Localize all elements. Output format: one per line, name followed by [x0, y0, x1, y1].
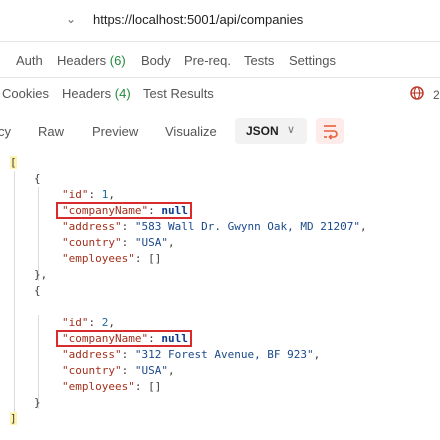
- chevron-down-icon: ∨: [287, 124, 296, 136]
- json-line: }: [34, 395, 41, 411]
- json-bracket: [: [10, 156, 17, 169]
- json-line: ]: [10, 411, 17, 427]
- tab-response-headers-label: Headers: [62, 86, 112, 101]
- json-value: "583 Wall Dr. Gwynn Oak, MD 21207": [134, 220, 361, 233]
- url-bar: ⌄ https://localhost:5001/api/companies: [0, 0, 440, 41]
- json-key: "employees": [62, 380, 135, 393]
- tab-response-headers-count: (4): [114, 86, 131, 101]
- divider: [0, 77, 440, 78]
- status-text: 2: [433, 88, 440, 102]
- json-brace: {: [34, 172, 41, 185]
- json-line: {: [34, 283, 41, 299]
- wrap-lines-button[interactable]: [316, 118, 344, 144]
- url-input[interactable]: https://localhost:5001/api/companies: [93, 12, 303, 27]
- json-line: "country": "USA",: [62, 236, 175, 249]
- highlight-box: [56, 202, 192, 219]
- tab-visualize[interactable]: Visualize: [165, 124, 217, 139]
- json-key: "id": [62, 188, 89, 201]
- tab-settings[interactable]: Settings: [289, 53, 336, 68]
- json-line: "id": 1,: [62, 188, 115, 201]
- tab-raw[interactable]: Raw: [38, 124, 64, 139]
- tab-preview[interactable]: Preview: [92, 124, 138, 139]
- json-value: "USA": [134, 364, 168, 377]
- tab-body[interactable]: Body: [141, 53, 171, 68]
- tab-pre-request[interactable]: Pre-req.: [184, 53, 231, 68]
- json-line: "id": 2,: [62, 316, 115, 329]
- wrap-lines-icon: [324, 125, 338, 140]
- json-brace: }: [34, 396, 41, 409]
- json-key: "employees": [62, 252, 135, 265]
- json-line: "address": "583 Wall Dr. Gwynn Oak, MD 2…: [62, 220, 367, 233]
- format-select[interactable]: JSON ∨: [235, 118, 307, 144]
- json-value: "312 Forest Avenue, BF 923": [134, 348, 314, 361]
- json-line: "employees": []: [62, 380, 162, 393]
- indent-guide: [14, 171, 15, 425]
- json-line: "employees": []: [62, 252, 162, 265]
- json-value: []: [148, 380, 162, 393]
- tab-headers[interactable]: Headers (6): [57, 53, 126, 68]
- json-line: [: [10, 155, 17, 171]
- json-brace: },: [34, 268, 48, 281]
- json-brace: {: [34, 284, 41, 297]
- format-select-value: JSON: [246, 124, 279, 138]
- json-value: "USA": [134, 236, 168, 249]
- tab-auth[interactable]: Auth: [16, 53, 43, 68]
- highlight-box: [56, 330, 192, 347]
- json-key: "country": [62, 364, 122, 377]
- json-bracket: ]: [10, 412, 17, 425]
- json-line: "country": "USA",: [62, 364, 175, 377]
- json-key: "country": [62, 236, 122, 249]
- method-dropdown-chevron-icon[interactable]: ⌄: [66, 12, 76, 26]
- tab-test-results[interactable]: Test Results: [143, 86, 214, 101]
- tab-cookies[interactable]: Cookies: [2, 86, 49, 101]
- json-line: },: [34, 267, 47, 283]
- tab-response-headers[interactable]: Headers (4): [62, 86, 131, 101]
- json-key: "address": [62, 348, 122, 361]
- globe-alert-icon[interactable]: [410, 86, 424, 100]
- view-mode-bar: cy Raw Preview Visualize JSON ∨: [0, 118, 440, 146]
- json-key: "address": [62, 220, 122, 233]
- json-value: []: [148, 252, 162, 265]
- tab-headers-label: Headers: [57, 53, 107, 68]
- json-line: "address": "312 Forest Avenue, BF 923",: [62, 348, 321, 361]
- tab-pretty[interactable]: cy: [0, 124, 11, 139]
- divider: [0, 41, 440, 42]
- json-line: {: [34, 171, 41, 187]
- json-key: "id": [62, 316, 89, 329]
- tab-tests[interactable]: Tests: [244, 53, 274, 68]
- tab-headers-count: (6): [109, 53, 126, 68]
